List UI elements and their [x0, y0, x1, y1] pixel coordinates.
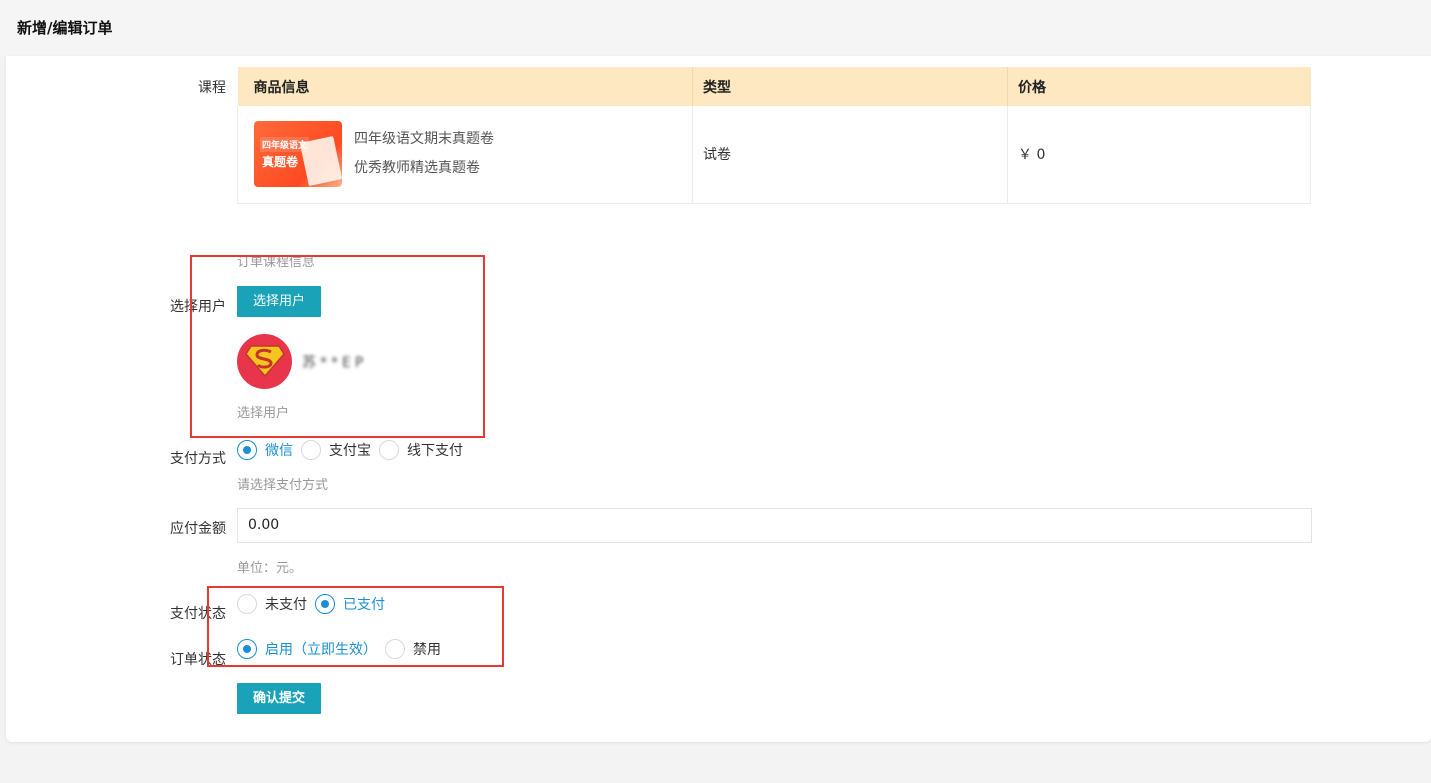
page-header: 新增/编辑订单	[0, 0, 1431, 56]
thumbnail-text-main: 真题卷	[262, 155, 299, 170]
radio-circle[interactable]	[379, 440, 399, 460]
course-desc: 优秀教师精选真题卷	[354, 160, 480, 177]
payment-hint: 请选择支付方式	[237, 478, 329, 493]
table-row: 四年级语文 真题卷 四年级语文期末真题卷 优秀教师精选真题卷 试卷 ￥ 0	[237, 106, 1311, 204]
course-table: 商品信息 类型 价格 四年级语文 真题卷 四年级语文期末真题卷 优秀教师精选真题…	[237, 67, 1311, 204]
page-title: 新增/编辑订单	[17, 19, 113, 37]
course-price: ￥ 0	[1007, 106, 1311, 204]
course-type: 试卷	[692, 106, 1008, 204]
amount-input[interactable]: 0.00	[237, 508, 1312, 543]
radio-circle[interactable]	[301, 440, 321, 460]
submit-button[interactable]: 确认提交	[237, 683, 321, 714]
amount-label: 应付金额	[170, 521, 226, 537]
goods-cell: 四年级语文 真题卷 四年级语文期末真题卷 优秀教师精选真题卷	[237, 106, 693, 204]
highlight-box-user	[190, 255, 485, 438]
highlight-box-status	[207, 586, 504, 667]
radio-offline[interactable]: 线下支付	[379, 440, 463, 460]
col-type: 类型	[692, 67, 1008, 106]
radio-wechat[interactable]: 微信	[237, 440, 293, 460]
course-thumbnail: 四年级语文 真题卷	[254, 121, 342, 188]
col-goods-info: 商品信息	[237, 67, 693, 106]
radio-circle[interactable]	[237, 440, 257, 460]
amount-hint: 单位：元。	[237, 561, 303, 576]
payment-label: 支付方式	[170, 451, 226, 467]
col-price: 价格	[1007, 67, 1311, 106]
payment-radio-group: 微信 支付宝 线下支付	[237, 440, 471, 460]
course-label: 课程	[198, 80, 226, 96]
thumbnail-text-top: 四年级语文	[260, 137, 310, 153]
radio-alipay[interactable]: 支付宝	[301, 440, 371, 460]
course-name: 四年级语文期末真题卷	[354, 131, 494, 148]
